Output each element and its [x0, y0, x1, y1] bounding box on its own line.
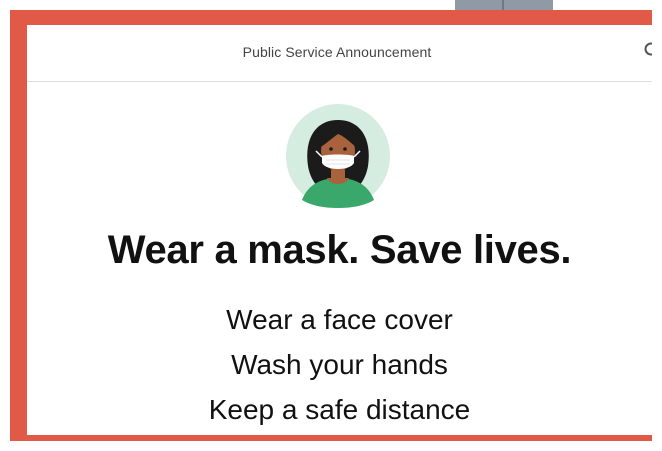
- headline: Wear a mask. Save lives.: [107, 228, 572, 272]
- window-tab-divider: [502, 0, 504, 10]
- tip-item: Wash your hands: [231, 349, 448, 380]
- tips-list: Wear a face cover Wash your hands Keep a…: [27, 297, 652, 432]
- masked-person-avatar: [286, 104, 390, 208]
- tip-item: Wear a face cover: [226, 304, 453, 335]
- page: Public Service Announcement Wear a mask.…: [0, 0, 662, 451]
- search-icon[interactable]: [643, 42, 652, 58]
- page-title: Public Service Announcement: [242, 44, 432, 60]
- announcement-panel: Public Service Announcement Wear a mask.…: [27, 25, 652, 435]
- window-tab[interactable]: [455, 0, 553, 10]
- tip-item: Keep a safe distance: [208, 394, 471, 425]
- header-bar: Public Service Announcement: [27, 25, 652, 82]
